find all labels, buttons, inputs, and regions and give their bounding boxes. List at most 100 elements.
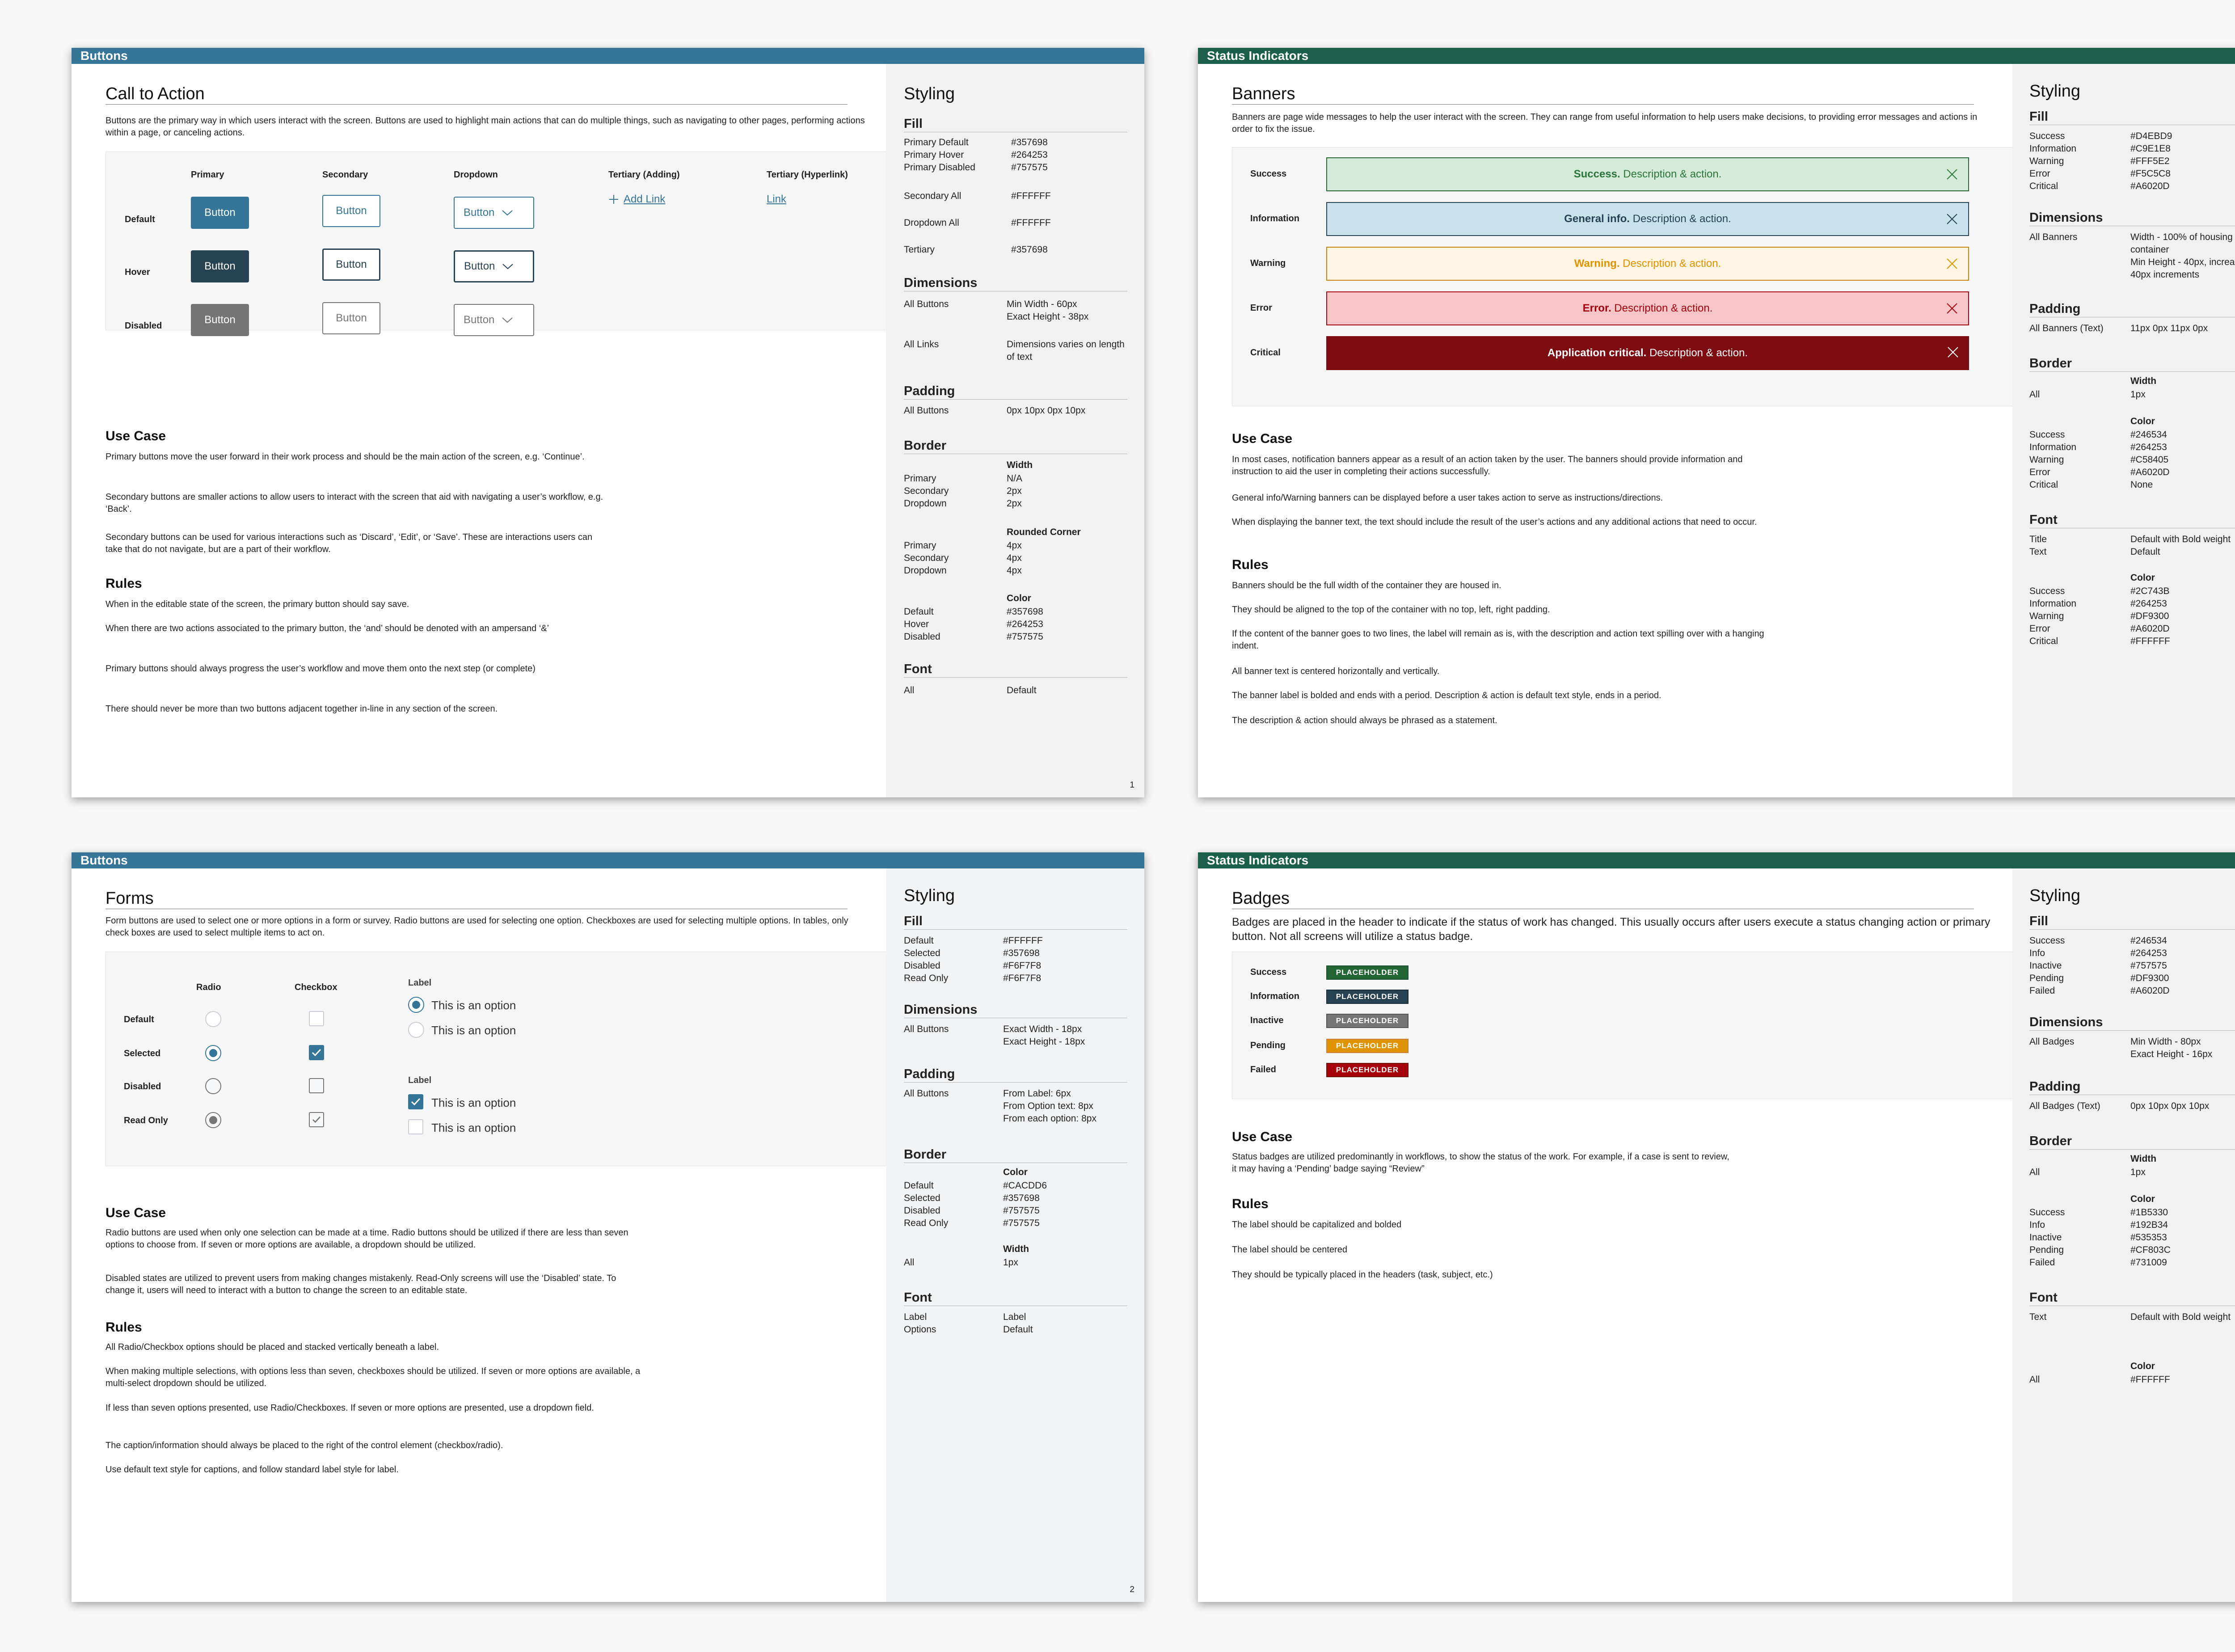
color-key: Disabled <box>904 1205 940 1216</box>
rules-heading: Rules <box>105 1320 142 1335</box>
option-text: This is an option <box>431 1121 516 1134</box>
dropdown-button-default[interactable]: Button <box>454 197 534 229</box>
fill-value: #DF9300 <box>2130 973 2169 983</box>
font-key: Label <box>904 1312 927 1322</box>
row-label-inactive: Inactive <box>1250 1016 1284 1025</box>
fill-key: Primary Default <box>904 137 969 148</box>
secondary-button-hover[interactable]: Button <box>322 249 380 281</box>
font-value: Default with Bold weight <box>2130 534 2231 544</box>
font-color-key: All <box>2029 1374 2040 1385</box>
dim-value: Min Width - 60px Exact Height - 38px <box>1007 299 1089 322</box>
width-key: All <box>2029 389 2040 400</box>
secondary-button-default[interactable]: Button <box>322 195 380 227</box>
width-value: 2px <box>1007 486 1022 496</box>
dropdown-label: Button <box>464 260 495 272</box>
radio-option-selected[interactable] <box>408 997 424 1013</box>
fill-value: #A6020D <box>2130 986 2170 996</box>
color-key: Critical <box>2029 480 2058 490</box>
close-icon[interactable] <box>1946 302 1958 315</box>
rule-item: If less than seven options presented, us… <box>105 1403 594 1413</box>
intro-text: Badges are placed in the header to indic… <box>1232 916 1990 943</box>
page-banners: Status Indicators Banners Banners are pa… <box>1198 48 2235 797</box>
row-label-default: Default <box>124 1015 154 1024</box>
usecase-paragraph: General info/Warning banners can be disp… <box>1232 493 1663 503</box>
rule-item: Use default text style for captions, and… <box>105 1465 399 1475</box>
rule-item: The label should be centered <box>1232 1245 1347 1255</box>
radio-read-only[interactable] <box>205 1112 221 1128</box>
divider <box>904 929 1127 930</box>
font-value: Default <box>2130 547 2160 557</box>
chevron-down-icon <box>502 210 513 216</box>
rule-item: All Radio/Checkbox options should be pla… <box>105 1342 439 1352</box>
add-link-label: Add Link <box>624 193 666 205</box>
checkbox-option-unchecked[interactable] <box>408 1119 423 1134</box>
intro-text: Buttons are the primary way in which use… <box>105 116 865 138</box>
col-header-primary: Primary <box>191 170 224 180</box>
pad-value: 0px 10px 0px 10px <box>1007 405 1086 416</box>
radio-selected[interactable] <box>205 1045 221 1061</box>
secondary-button-disabled[interactable]: Button <box>322 302 380 334</box>
badge-information: PLACEHOLDER <box>1326 990 1408 1004</box>
banner-label: Error. <box>1582 302 1611 314</box>
fill-key: Info <box>2029 948 2045 958</box>
pad-value: 0px 10px 0px 10px <box>2130 1101 2210 1111</box>
color-key: Selected <box>904 1193 940 1203</box>
primary-button-default[interactable]: Button <box>191 197 249 229</box>
checkmark-icon <box>312 1116 320 1123</box>
fill-value: #357698 <box>1011 244 1048 255</box>
font-color-key: Error <box>2029 624 2050 634</box>
checkbox-selected[interactable] <box>309 1045 324 1060</box>
primary-button-disabled[interactable]: Button <box>191 304 249 336</box>
divider <box>904 677 1127 678</box>
corner-value: 4px <box>1007 540 1022 551</box>
radio-default[interactable] <box>205 1011 221 1027</box>
row-label-hover: Hover <box>125 267 150 277</box>
close-icon[interactable] <box>1946 168 1958 181</box>
banner-description: Description & action. <box>1619 257 1721 270</box>
checkbox-disabled[interactable] <box>309 1078 324 1093</box>
border-heading: Border <box>2029 356 2072 371</box>
rule-item: They should be typically placed in the h… <box>1232 1270 1493 1280</box>
divider <box>904 399 1127 400</box>
row-label-critical: Critical <box>1250 348 1281 358</box>
checkbox-read-only[interactable] <box>309 1112 324 1127</box>
row-label-default: Default <box>125 215 155 224</box>
font-heading: Font <box>2029 513 2058 527</box>
section-header: Buttons <box>72 852 1144 868</box>
fill-value: #FFF5E2 <box>2130 156 2170 166</box>
width-value: 1px <box>1003 1257 1018 1268</box>
pad-key: All Badges (Text) <box>2029 1101 2100 1111</box>
rule-item: Primary buttons should always progress t… <box>105 664 536 674</box>
dimensions-heading: Dimensions <box>2029 211 2103 225</box>
close-icon[interactable] <box>1946 257 1958 270</box>
styling-sidebar: Styling Fill Primary Default #357698 Prim… <box>886 64 1144 797</box>
dim-key: All Buttons <box>904 1024 949 1034</box>
dropdown-button-disabled[interactable]: Button <box>454 304 534 336</box>
banner-label: Application critical. <box>1547 347 1647 359</box>
row-label-disabled: Disabled <box>125 321 162 331</box>
divider <box>2029 1149 2235 1150</box>
add-link-button[interactable]: Add Link <box>608 193 665 206</box>
rule-item: The description & action should always b… <box>1232 716 1497 725</box>
font-value: Default <box>1007 685 1037 695</box>
close-icon[interactable] <box>1947 346 1959 358</box>
primary-button-hover[interactable]: Button <box>191 250 249 282</box>
close-icon[interactable] <box>1946 213 1958 225</box>
pad-key: All Buttons <box>904 405 949 416</box>
fill-key: Critical <box>2029 181 2058 191</box>
width-value: 1px <box>2130 1167 2146 1177</box>
checkbox-default[interactable] <box>309 1011 324 1026</box>
row-label-information: Information <box>1250 991 1299 1001</box>
hyperlink[interactable]: Link <box>767 193 786 206</box>
dropdown-button-hover[interactable]: Button <box>454 250 534 282</box>
font-value: Default with Bold weight <box>2130 1312 2231 1322</box>
width-subheading: Width <box>2130 1154 2157 1164</box>
intro-text: Banners are page wide messages to help t… <box>1232 112 1978 134</box>
rules-heading: Rules <box>1232 1197 1269 1211</box>
usecase-paragraph: In most cases, notification banners appe… <box>1232 455 1743 476</box>
styling-title: Styling <box>2029 82 2081 101</box>
radio-option-unselected[interactable] <box>408 1022 424 1038</box>
radio-disabled[interactable] <box>205 1078 221 1094</box>
checkbox-option-checked[interactable] <box>408 1094 423 1109</box>
fill-value: #357698 <box>1003 948 1040 958</box>
